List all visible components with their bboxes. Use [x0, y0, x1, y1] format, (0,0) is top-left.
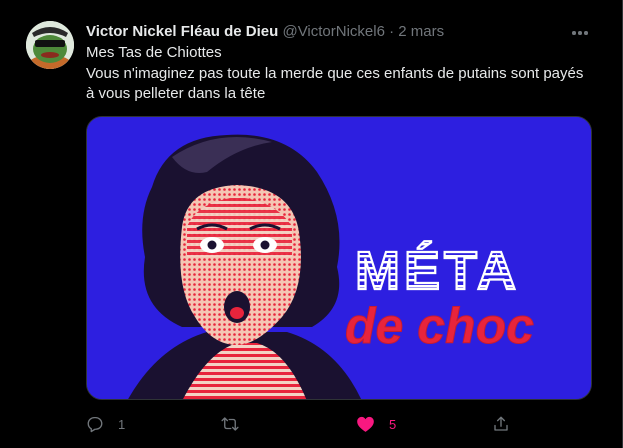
reply-icon [87, 416, 103, 433]
reply-count: 1 [118, 416, 126, 432]
reply-button[interactable]: 1 [86, 412, 125, 436]
tweet-text-line: Vous n'imaginez pas toute la merde que c… [86, 64, 584, 82]
tweet-header: Victor Nickel Fléau de Dieu @VictorNicke… [86, 22, 444, 42]
more-options-button[interactable] [570, 24, 590, 40]
more-icon-dot [584, 31, 588, 35]
tweet-text-line: à vous pelleter dans la tête [86, 85, 266, 102]
media-illustration: MÉTA de choc [87, 117, 591, 399]
tweet-text: Mes Tas de Chiottes Vous n'imaginez pas … [86, 43, 596, 105]
avatar[interactable] [26, 21, 74, 69]
share-button[interactable] [492, 412, 510, 436]
media-title-choc: de choc [345, 298, 534, 354]
more-icon [572, 31, 576, 35]
more-icon-dot [578, 31, 582, 35]
retweet-button[interactable] [220, 412, 254, 436]
share-icon [494, 416, 508, 431]
tweet-media-image[interactable]: MÉTA de choc [86, 116, 592, 400]
like-button[interactable]: 5 [356, 412, 396, 436]
like-count: 5 [389, 416, 397, 432]
tweet-text-line: Mes Tas de Chiottes [86, 44, 222, 61]
retweet-icon [221, 417, 239, 431]
media-title-meta: MÉTA [355, 241, 520, 301]
tweet-actions: 1 5 [86, 412, 592, 436]
tweet[interactable]: Victor Nickel Fléau de Dieu @VictorNicke… [0, 0, 623, 448]
heart-icon [357, 416, 374, 432]
display-name[interactable]: Victor Nickel Fléau de Dieu [86, 23, 278, 40]
user-handle[interactable]: @VictorNickel6 [282, 23, 384, 40]
separator-dot: · [389, 23, 395, 40]
frog-avatar-icon [26, 21, 74, 69]
tweet-date[interactable]: 2 mars [398, 23, 444, 40]
